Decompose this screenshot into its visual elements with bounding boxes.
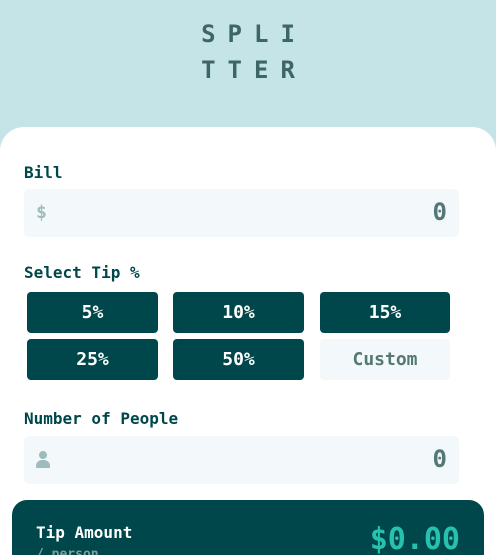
logo-line-2: TTER <box>201 56 307 84</box>
tip-button-10[interactable]: 10% <box>173 292 304 333</box>
calculator-card: Bill $ 0 Select Tip % 5% 10% 15% 25% 50%… <box>0 127 496 555</box>
bill-label: Bill <box>24 163 63 182</box>
logo: SPLI TTER <box>0 16 496 88</box>
bill-input[interactable]: $ 0 <box>24 189 459 237</box>
tip-button-5[interactable]: 5% <box>27 292 158 333</box>
people-label: Number of People <box>24 409 179 428</box>
tip-amount-label: Tip Amount <box>36 523 133 542</box>
tip-button-25[interactable]: 25% <box>27 339 158 380</box>
person-icon <box>36 451 50 469</box>
result-panel: Tip Amount / person $0.00 <box>12 500 484 555</box>
dollar-icon: $ <box>36 202 47 223</box>
select-tip-label: Select Tip % <box>24 263 140 282</box>
tip-amount-value: $0.00 <box>369 522 460 555</box>
tip-amount-per-person: / person <box>36 547 99 555</box>
people-value: 0 <box>432 445 447 473</box>
logo-line-1: SPLI <box>201 20 307 48</box>
tip-button-15[interactable]: 15% <box>320 292 450 333</box>
tip-button-50[interactable]: 50% <box>173 339 304 380</box>
people-input[interactable]: 0 <box>24 436 459 484</box>
bill-value: 0 <box>432 198 447 226</box>
custom-tip-input[interactable]: Custom <box>320 339 450 380</box>
